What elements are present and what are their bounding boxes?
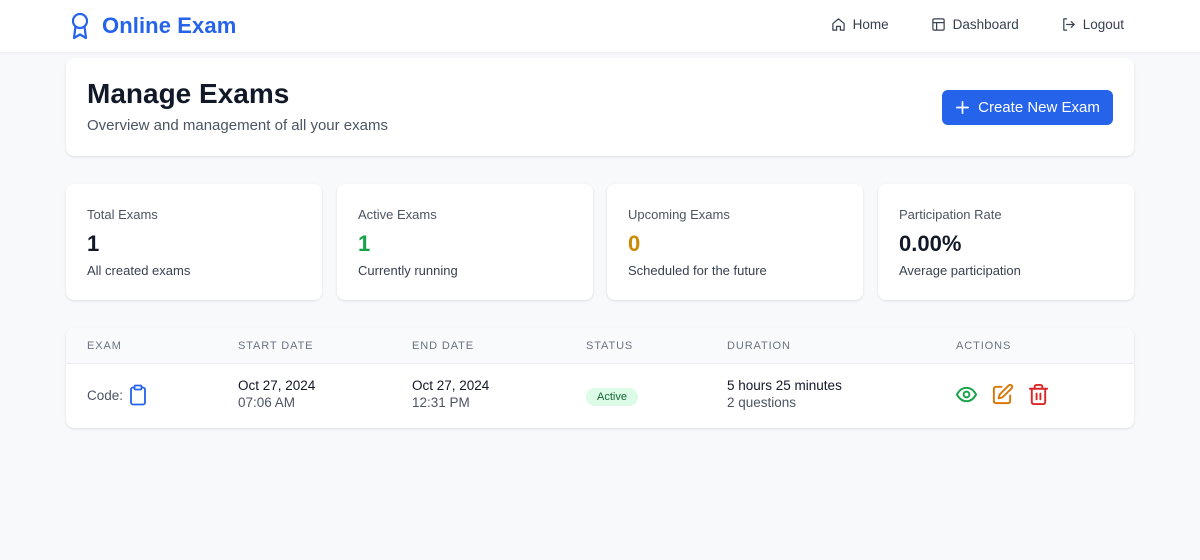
award-icon <box>71 12 89 40</box>
exam-code-cell: Code: <box>87 384 148 406</box>
table-row: Code: Oct 27, 2024 07:06 AM Oct 27, 2024… <box>66 364 1134 428</box>
stat-label: Upcoming Exams <box>628 207 730 222</box>
delete-icon[interactable] <box>1027 383 1050 406</box>
stat-label: Active Exams <box>358 207 437 222</box>
end-date: Oct 27, 2024 <box>412 378 490 393</box>
page-title: Manage Exams <box>87 78 290 109</box>
column-header-exam: Exam <box>87 340 122 352</box>
nav-home-label: Home <box>852 17 889 32</box>
stat-label: Total Exams <box>87 207 158 222</box>
stat-value: 0 <box>628 231 641 256</box>
brand-link[interactable]: Online Exam <box>68 11 236 41</box>
column-header-actions: Actions <box>956 340 1012 352</box>
start-time: 07:06 AM <box>238 395 296 410</box>
stat-card-participation-rate: Participation Rate 0.00% Average partici… <box>878 184 1134 300</box>
exam-code-label: Code: <box>87 387 124 403</box>
nav-dashboard-label: Dashboard <box>952 17 1019 32</box>
end-time: 12:31 PM <box>412 395 470 410</box>
stat-card-upcoming-exams: Upcoming Exams 0 Scheduled for the futur… <box>607 184 863 300</box>
home-icon <box>831 18 845 31</box>
brand-name: Online Exam <box>102 13 237 38</box>
stat-card-active-exams: Active Exams 1 Currently running <box>337 184 593 300</box>
stat-value: 1 <box>87 231 100 256</box>
stat-description: Currently running <box>358 263 458 278</box>
nav-links: Home Dashboard Logout <box>831 17 1124 32</box>
layout-icon <box>931 18 945 31</box>
duration: 5 hours 25 minutes <box>727 378 842 393</box>
stat-description: All created exams <box>87 263 191 278</box>
page-subtitle: Overview and management of all your exam… <box>87 117 388 134</box>
status-cell: Active <box>586 387 638 406</box>
stat-value: 1 <box>358 231 371 256</box>
question-count: 2 questions <box>727 395 797 410</box>
nav-dashboard-link[interactable]: Dashboard <box>931 17 1019 32</box>
view-icon[interactable] <box>955 383 978 406</box>
plus-icon <box>956 101 970 114</box>
stat-description: Average participation <box>899 263 1021 278</box>
stat-description: Scheduled for the future <box>628 263 767 278</box>
end-date-cell: Oct 27, 2024 12:31 PM <box>412 378 489 410</box>
create-new-exam-button[interactable]: Create New Exam <box>942 90 1113 125</box>
page-header-card: Manage Exams Overview and management of … <box>66 58 1134 156</box>
clipboard-icon[interactable] <box>128 384 148 406</box>
column-header-start-date: Start Date <box>238 340 314 352</box>
start-date-cell: Oct 27, 2024 07:06 AM <box>238 378 315 410</box>
edit-icon[interactable] <box>991 383 1014 406</box>
stat-label: Participation Rate <box>899 207 1002 222</box>
nav-logout-label: Logout <box>1082 17 1124 32</box>
logout-icon <box>1062 18 1075 31</box>
start-date: Oct 27, 2024 <box>238 378 316 393</box>
column-header-duration: Duration <box>727 340 791 352</box>
create-new-exam-label: Create New Exam <box>978 99 1100 116</box>
duration-cell: 5 hours 25 minutes 2 questions <box>727 378 842 410</box>
nav-logout-link[interactable]: Logout <box>1061 17 1124 32</box>
column-header-status: Status <box>586 340 634 352</box>
status-badge: Active <box>586 388 638 406</box>
actions-cell <box>955 383 1050 406</box>
top-navbar: Online Exam Home Dashboard Logout <box>0 0 1200 53</box>
nav-home-link[interactable]: Home <box>831 17 889 32</box>
column-header-end-date: End Date <box>412 340 475 352</box>
stat-value: 0.00% <box>899 231 962 256</box>
stat-card-total-exams: Total Exams 1 All created exams <box>66 184 322 300</box>
exams-table: Exam Start Date End Date Status Duration… <box>66 328 1134 428</box>
table-header: Exam Start Date End Date Status Duration… <box>66 328 1134 364</box>
